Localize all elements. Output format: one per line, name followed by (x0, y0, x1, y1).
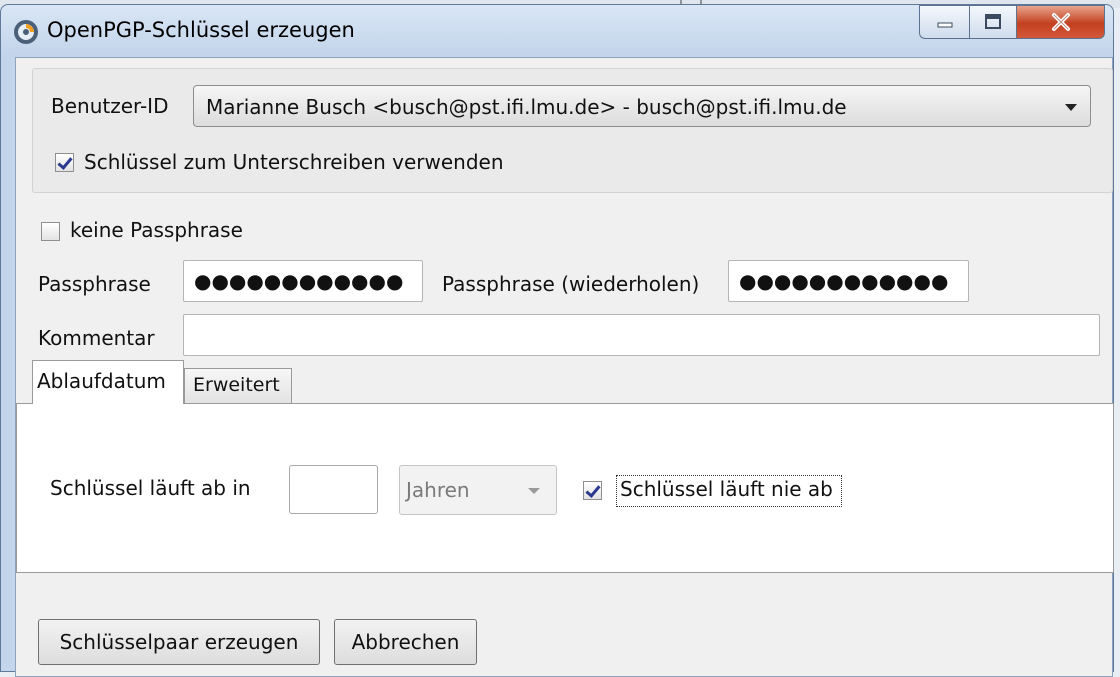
passphrase-repeat-label: Passphrase (wiederholen) (442, 272, 700, 296)
user-id-label: Benutzer-ID (51, 94, 169, 118)
never-expires-label: Schlüssel läuft nie ab (620, 477, 833, 501)
passphrase-label: Passphrase (38, 272, 151, 296)
cancel-label: Abbrechen (351, 630, 460, 654)
close-icon (1051, 13, 1070, 31)
expiry-unit-select[interactable]: Jahren (399, 465, 557, 515)
user-id-selected-value: Marianne Busch <busch@pst.ifi.lmu.de> - … (206, 95, 847, 119)
tab-ablaufdatum[interactable]: Ablaufdatum (32, 360, 184, 404)
passphrase-masked-value: ●●●●●●●●●●●● (194, 269, 404, 293)
title-bar[interactable]: OpenPGP-Schlüssel erzeugen (1, 5, 1113, 57)
passphrase-input[interactable]: ●●●●●●●●●●●● (183, 260, 423, 302)
minimize-button[interactable] (919, 5, 969, 39)
never-expires-checkbox[interactable] (583, 481, 602, 500)
expiry-label: Schlüssel läuft ab in (50, 476, 251, 500)
comment-input[interactable] (183, 314, 1100, 356)
no-passphrase-label: keine Passphrase (70, 218, 243, 242)
minimize-icon (937, 22, 952, 28)
window-title: OpenPGP-Schlüssel erzeugen (47, 18, 355, 42)
generate-keypair-button[interactable]: Schlüsselpaar erzeugen (38, 619, 320, 665)
expiry-tab-panel: Schlüssel läuft ab in Jahren Schlüssel l… (16, 403, 1114, 573)
user-id-group: Benutzer-ID Marianne Busch <busch@pst.if… (32, 68, 1113, 193)
no-passphrase-checkbox[interactable] (41, 222, 60, 241)
cancel-button[interactable]: Abbrechen (334, 619, 477, 665)
close-button[interactable] (1017, 5, 1105, 39)
user-id-select[interactable]: Marianne Busch <busch@pst.ifi.lmu.de> - … (193, 85, 1091, 127)
never-expires-focus[interactable]: Schlüssel läuft nie ab (616, 475, 842, 507)
openpgp-app-icon (14, 20, 38, 44)
chevron-down-icon (528, 488, 540, 494)
tab-erweitert[interactable]: Erweitert (184, 368, 292, 404)
sign-key-checkbox[interactable] (55, 153, 74, 172)
tab-erweitert-label: Erweitert (193, 374, 280, 396)
dialog-window: OpenPGP-Schlüssel erzeugen Benutzer-ID M… (0, 4, 1114, 677)
maximize-icon (985, 14, 1001, 29)
sign-key-label: Schlüssel zum Unterschreiben verwenden (84, 150, 504, 174)
expiry-unit-value: Jahren (406, 478, 470, 502)
passphrase-repeat-input[interactable]: ●●●●●●●●●●●● (728, 260, 969, 302)
passphrase-repeat-masked-value: ●●●●●●●●●●●● (739, 269, 949, 293)
comment-label: Kommentar (38, 326, 155, 350)
generate-keypair-label: Schlüsselpaar erzeugen (59, 630, 299, 654)
chevron-down-icon (1065, 104, 1077, 111)
dialog-content: Benutzer-ID Marianne Busch <busch@pst.if… (15, 57, 1114, 677)
maximize-button[interactable] (969, 5, 1017, 39)
expiry-amount-input[interactable] (289, 465, 378, 514)
tab-ablaufdatum-label: Ablaufdatum (37, 369, 166, 393)
